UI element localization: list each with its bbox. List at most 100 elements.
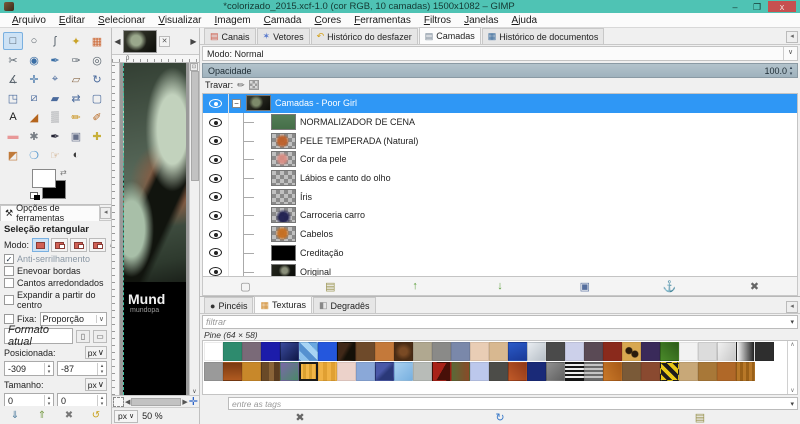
mode-add[interactable]: [51, 238, 69, 252]
shear[interactable]: ⧄: [24, 89, 44, 107]
pattern-swatch[interactable]: [660, 342, 679, 361]
pattern-swatch[interactable]: [451, 362, 470, 381]
lock-pixels-icon[interactable]: ✏: [237, 80, 245, 91]
raise-layer-button[interactable]: ↑: [403, 280, 427, 292]
spin-arrows-icon[interactable]: ▴ ▾: [44, 362, 53, 375]
pattern-swatch[interactable]: [736, 362, 755, 381]
layer-row[interactable]: − NORMALIZADOR DE CENA: [203, 112, 797, 132]
scroll-up-icon[interactable]: ∧: [790, 341, 794, 348]
layer-row[interactable]: − Creditação: [203, 243, 797, 263]
tab-undo-history[interactable]: ↶ Histórico do desfazer: [310, 28, 418, 44]
measure[interactable]: ∡: [3, 70, 23, 88]
pattern-swatch[interactable]: [546, 362, 565, 381]
flip[interactable]: ⇄: [66, 89, 86, 107]
tag-entry-input[interactable]: entre as tags ▾: [228, 397, 798, 410]
horizontal-scroll-thumb[interactable]: [131, 397, 182, 406]
zoom-level[interactable]: 50 %: [142, 411, 163, 421]
perspective-clone[interactable]: ◩: [3, 146, 23, 164]
menu-item[interactable]: Janelas: [458, 14, 504, 27]
restore-options-button[interactable]: ⇑: [33, 408, 51, 422]
aspect-ratio-input[interactable]: Formato atual: [4, 324, 73, 348]
menu-item[interactable]: Visualizar: [152, 14, 207, 27]
clone[interactable]: ▣: [66, 127, 86, 145]
delete-pattern-button[interactable]: ✖: [288, 411, 312, 424]
heal[interactable]: ✚: [87, 127, 107, 145]
mode-subtract[interactable]: [70, 238, 88, 252]
pattern-swatch[interactable]: [546, 342, 565, 361]
pattern-swatch[interactable]: [470, 342, 489, 361]
vertical-ruler[interactable]: [112, 63, 120, 395]
lower-layer-button[interactable]: ↓: [488, 280, 512, 292]
layer-row[interactable]: − Original: [203, 262, 797, 276]
tab-document-history[interactable]: ▦ Histórico de documentos: [481, 28, 605, 44]
horizontal-scrollbar[interactable]: ◀ ▶ ✛: [112, 395, 199, 408]
pattern-swatch[interactable]: [204, 342, 223, 361]
pattern-swatch[interactable]: [641, 342, 660, 361]
free-select[interactable]: ʃ: [45, 32, 65, 50]
delete-options-button[interactable]: ✖: [60, 408, 78, 422]
landscape-button[interactable]: ▭: [93, 329, 107, 343]
pattern-swatch[interactable]: [736, 342, 755, 361]
align[interactable]: ⌖: [45, 70, 65, 88]
visibility-toggle[interactable]: [203, 112, 229, 132]
layer-thumbnail[interactable]: [271, 188, 296, 205]
paintbrush[interactable]: ✐: [87, 108, 107, 126]
layer-row[interactable]: − Camadas - Poor Girl: [203, 94, 797, 113]
visibility-toggle[interactable]: [203, 168, 229, 188]
pattern-swatch[interactable]: [394, 362, 413, 381]
smudge[interactable]: ☞: [45, 146, 65, 164]
tab-patterns[interactable]: ▦ Texturas: [254, 296, 312, 313]
pattern-scrollbar[interactable]: ∧ ∨: [787, 341, 797, 394]
eraser[interactable]: ▬: [3, 127, 23, 145]
pattern-swatch[interactable]: [489, 342, 508, 361]
canvas-image[interactable]: Mund mundopa: [123, 63, 186, 395]
lock-alpha-icon[interactable]: [248, 80, 259, 90]
zoom-follow-window-icon[interactable]: ⊡: [190, 63, 198, 71]
spin-arrows-icon[interactable]: ▴ ▾: [44, 394, 53, 406]
scale[interactable]: ◳: [3, 89, 23, 107]
tab-menu-button[interactable]: ◂: [100, 206, 111, 219]
pattern-swatch[interactable]: [299, 362, 318, 381]
pattern-swatch[interactable]: [698, 342, 717, 361]
minimize-button[interactable]: –: [724, 1, 746, 12]
pattern-swatch[interactable]: [698, 362, 717, 381]
pattern-swatch[interactable]: [299, 342, 318, 361]
refresh-patterns-button[interactable]: ↻: [488, 411, 512, 424]
layer-thumbnail[interactable]: [271, 114, 296, 131]
foreground-color-swatch[interactable]: [32, 169, 56, 188]
pattern-swatch[interactable]: [337, 362, 356, 381]
menu-item[interactable]: Arquivo: [6, 14, 52, 27]
layer-mode-select[interactable]: Modo: Normal ∨: [202, 46, 798, 61]
ink[interactable]: ✒: [45, 127, 65, 145]
pattern-swatch[interactable]: [584, 342, 603, 361]
dodge-burn[interactable]: ◐: [66, 146, 86, 164]
layer-thumbnail[interactable]: [271, 207, 296, 224]
pattern-swatch[interactable]: [375, 362, 394, 381]
visibility-toggle[interactable]: [203, 206, 229, 225]
visibility-toggle[interactable]: [203, 187, 229, 207]
checkbox[interactable]: [4, 266, 14, 276]
pattern-swatch[interactable]: [717, 362, 736, 381]
pattern-swatch[interactable]: [280, 342, 299, 361]
layer-name[interactable]: Íris: [300, 192, 312, 202]
pattern-swatch[interactable]: [584, 362, 603, 381]
pattern-swatch[interactable]: [375, 342, 394, 361]
pattern-swatch[interactable]: [622, 342, 641, 361]
layer-row[interactable]: − PELE TEMPERADA (Natural): [203, 131, 797, 151]
select-by-color[interactable]: ▦: [87, 32, 107, 50]
pattern-swatch[interactable]: [755, 342, 774, 361]
pattern-swatch[interactable]: [660, 362, 679, 381]
tab-brushes[interactable]: ● Pincéis: [204, 297, 254, 313]
pattern-swatch[interactable]: [508, 362, 527, 381]
blur-sharpen[interactable]: ❍: [24, 146, 44, 164]
ellipse-select[interactable]: ○: [24, 32, 44, 50]
visibility-toggle[interactable]: [203, 94, 229, 113]
checkbox[interactable]: [4, 278, 14, 288]
layer-name[interactable]: Carroceria carro: [300, 210, 365, 220]
layer-row[interactable]: − Carroceria carro: [203, 206, 797, 225]
menu-item[interactable]: Camada: [258, 14, 308, 27]
size-height-spinner[interactable]: 0 ▴ ▾: [57, 393, 107, 406]
checkbox-row[interactable]: ✓ Anti-serrilhamento: [4, 254, 107, 264]
layer-row[interactable]: − Lábios e canto do olho: [203, 168, 797, 188]
menu-item[interactable]: Editar: [53, 14, 91, 27]
